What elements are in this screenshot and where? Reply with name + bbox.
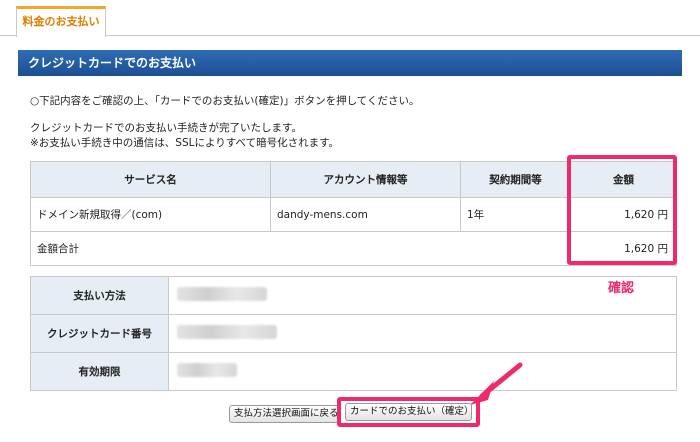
confirm-payment-button[interactable]: カードでのお支払い（確定） (345, 403, 474, 421)
arrow-annotation-icon (470, 362, 523, 405)
back-to-payment-method-button[interactable]: 支払方法選択画面に戻る (229, 405, 339, 423)
